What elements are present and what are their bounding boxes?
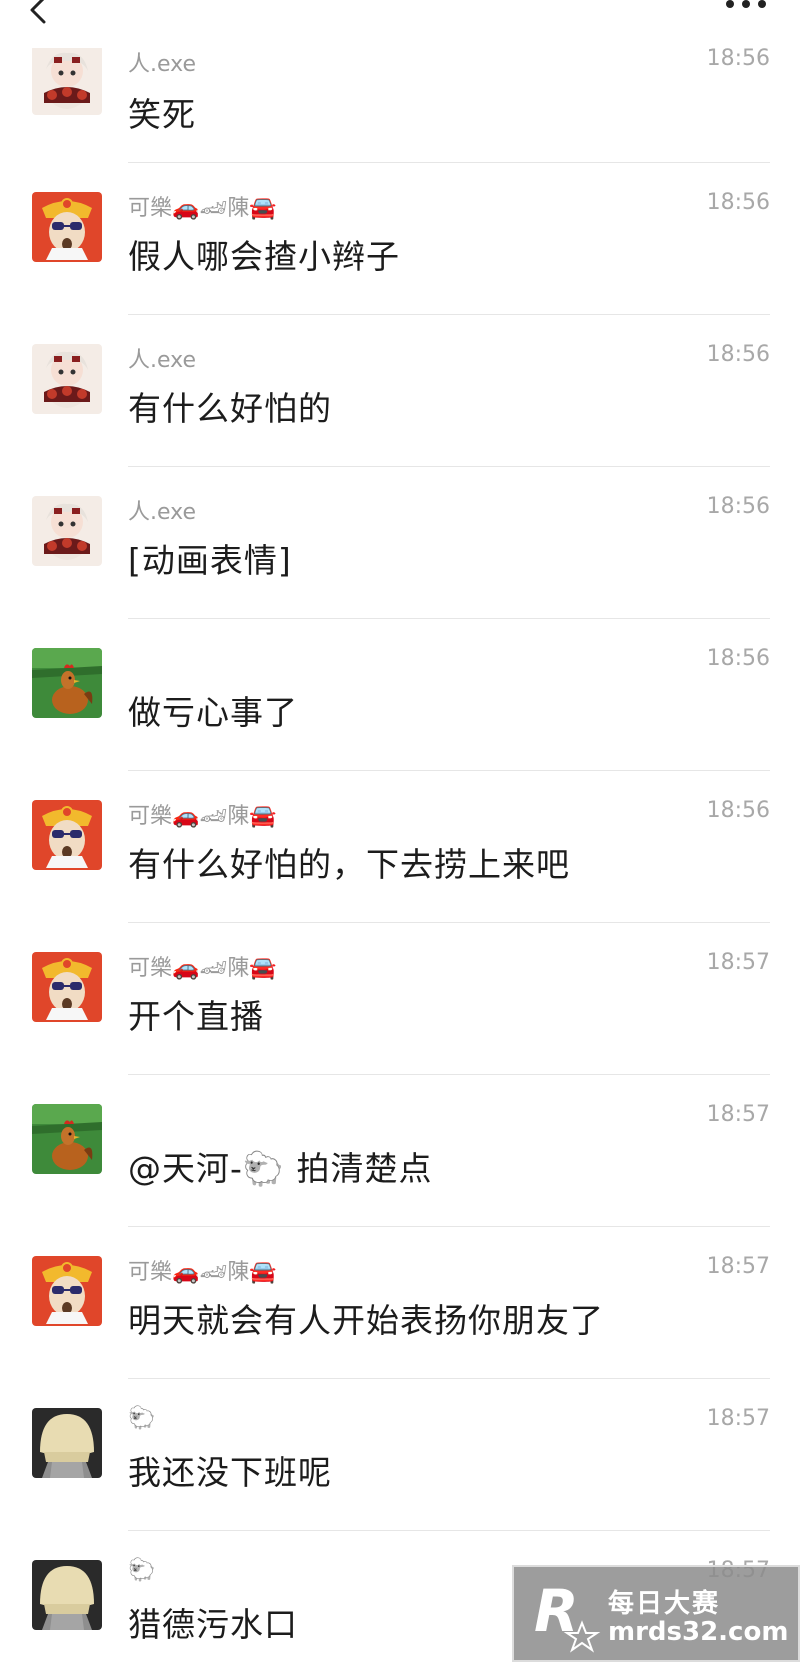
sender-name: 人.exe	[128, 500, 197, 525]
watermark-logo-icon: R	[534, 1577, 601, 1653]
message-item[interactable]: 可樂🚗🏎陳🚘 18:56 假人哪会揸小辫子	[0, 152, 800, 315]
message-text[interactable]: 有什么好怕的，下去捞上来吧	[128, 838, 570, 886]
message-time: 18:56	[706, 646, 770, 671]
sender-name: 可樂🚗🏎陳🚘	[128, 804, 277, 829]
rooster-avatar[interactable]	[32, 648, 102, 718]
message-text[interactable]: 假人哪会揸小辫子	[128, 230, 400, 278]
message-item[interactable]: 18:56 做亏心事了	[0, 608, 800, 771]
sender-name: 可樂🚗🏎陳🚘	[128, 196, 277, 221]
anime-girl-avatar[interactable]	[32, 344, 102, 414]
more-dots-icon	[726, 0, 766, 8]
sender-name: 可樂🚗🏎陳🚘	[128, 1260, 277, 1285]
message-text[interactable]: 明天就会有人开始表扬你朋友了	[128, 1294, 604, 1342]
back-button[interactable]	[22, 0, 62, 34]
sender-name: 人.exe	[128, 52, 197, 77]
message-item[interactable]: 可樂🚗🏎陳🚘 18:56 有什么好怕的，下去捞上来吧	[0, 760, 800, 923]
chevron-left-icon	[30, 0, 46, 24]
message-item[interactable]: 可樂🚗🏎陳🚘 18:57 开个直播	[0, 912, 800, 1075]
message-text[interactable]: 做亏心事了	[128, 686, 298, 734]
message-time: 18:57	[706, 950, 770, 975]
sender-name: 🐑	[128, 1406, 156, 1431]
message-item[interactable]: 18:57 @天河-🐑 拍清楚点	[0, 1064, 800, 1227]
blonde-wig-avatar[interactable]	[32, 1408, 102, 1478]
message-time: 18:57	[706, 1254, 770, 1279]
message-text[interactable]: 猎德污水口	[128, 1598, 298, 1646]
message-text[interactable]: [动画表情]	[128, 534, 292, 582]
message-text[interactable]: 笑死	[128, 88, 196, 136]
message-item[interactable]: 🐑 18:57 我还没下班呢	[0, 1368, 800, 1531]
watermark-brand: 每日大赛	[608, 1589, 721, 1619]
blonde-wig-avatar[interactable]	[32, 1560, 102, 1630]
sender-name: 人.exe	[128, 348, 197, 373]
message-text[interactable]: 有什么好怕的	[128, 382, 332, 430]
message-time: 18:56	[706, 190, 770, 215]
watermark-url: mrds32.com	[608, 1617, 789, 1647]
message-text[interactable]: @天河-🐑 拍清楚点	[128, 1142, 433, 1190]
anime-girl-avatar[interactable]	[32, 45, 102, 115]
message-time: 18:56	[706, 342, 770, 367]
anime-girl-avatar[interactable]	[32, 496, 102, 566]
message-time: 18:56	[706, 798, 770, 823]
mask-sunglasses-avatar[interactable]	[32, 800, 102, 870]
top-bar	[0, 0, 800, 48]
message-time: 18:56	[706, 494, 770, 519]
mask-sunglasses-avatar[interactable]	[32, 1256, 102, 1326]
mask-sunglasses-avatar[interactable]	[32, 952, 102, 1022]
rooster-avatar[interactable]	[32, 1104, 102, 1174]
message-time: 18:57	[706, 1102, 770, 1127]
message-item[interactable]: 可樂🚗🏎陳🚘 18:57 明天就会有人开始表扬你朋友了	[0, 1216, 800, 1379]
message-item[interactable]: 人.exe 18:56 有什么好怕的	[0, 304, 800, 467]
mask-sunglasses-avatar[interactable]	[32, 192, 102, 262]
message-text[interactable]: 我还没下班呢	[128, 1446, 332, 1494]
svg-text:R: R	[534, 1577, 579, 1645]
more-button[interactable]	[722, 0, 772, 16]
message-time: 18:57	[706, 1406, 770, 1431]
message-time: 18:56	[706, 46, 770, 71]
message-text[interactable]: 开个直播	[128, 990, 264, 1038]
watermark: R 每日大赛 mrds32.com	[512, 1565, 800, 1662]
message-item[interactable]: 人.exe 18:56 [动画表情]	[0, 456, 800, 619]
sender-name: 🐑	[128, 1558, 156, 1583]
sender-name: 可樂🚗🏎陳🚘	[128, 956, 277, 981]
